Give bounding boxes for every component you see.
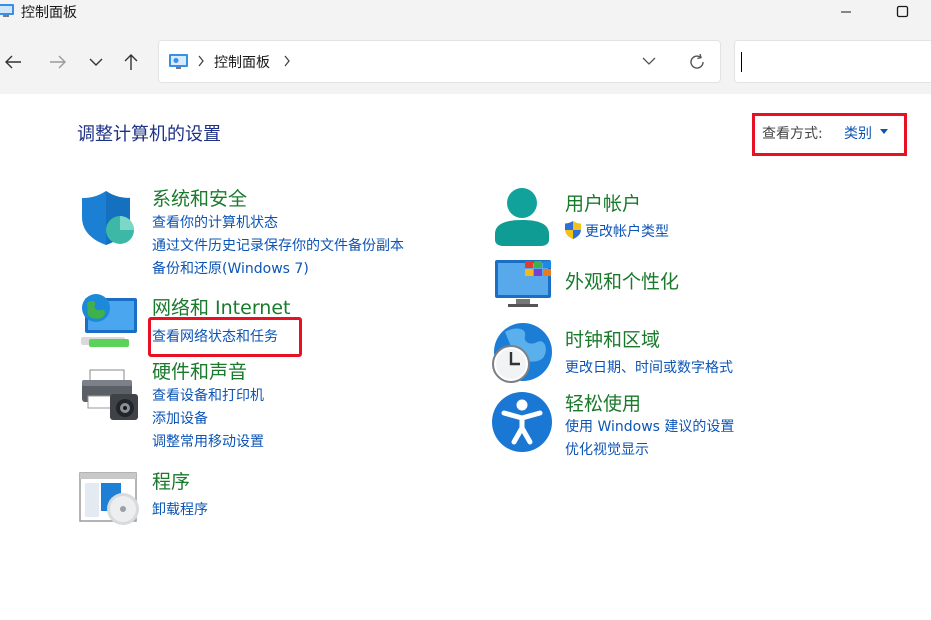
link-add-device[interactable]: 添加设备 [152, 408, 208, 428]
printer-icon[interactable] [80, 366, 140, 424]
category-hardware-sound[interactable]: 硬件和声音 [152, 357, 247, 384]
minimize-icon [841, 11, 851, 13]
chevron-down-icon [89, 58, 103, 66]
address-bar[interactable]: 控制面板 [158, 40, 721, 83]
link-backup-restore[interactable]: 备份和还原(Windows 7) [152, 258, 309, 278]
arrow-up-icon [124, 54, 138, 70]
back-button[interactable] [1, 50, 25, 74]
arrow-left-icon [5, 55, 21, 69]
window-title: 控制面板 [21, 5, 77, 21]
up-button[interactable] [119, 50, 143, 74]
view-by-label: 查看方式: [762, 126, 823, 142]
uac-shield-icon [565, 221, 581, 239]
shield-icon[interactable] [79, 189, 137, 247]
programs-icon[interactable] [79, 471, 139, 527]
category-clock-region[interactable]: 时钟和区域 [565, 325, 660, 352]
view-by-dropdown[interactable]: 类别 [844, 123, 872, 143]
chevron-right-icon[interactable] [283, 54, 291, 68]
link-optimize-visual-display[interactable]: 优化视觉显示 [565, 439, 649, 459]
control-panel-icon [169, 54, 188, 69]
user-accounts-icon[interactable] [493, 186, 551, 248]
recent-locations-button[interactable] [84, 50, 108, 74]
link-devices-printers[interactable]: 查看设备和打印机 [152, 385, 264, 405]
link-check-computer-status[interactable]: 查看你的计算机状态 [152, 212, 278, 232]
chevron-down-icon[interactable] [641, 54, 657, 68]
chevron-right-icon [198, 55, 204, 67]
link-uninstall-program[interactable]: 卸载程序 [152, 499, 208, 519]
arrow-right-icon [50, 55, 66, 69]
category-system-security[interactable]: 系统和安全 [152, 184, 247, 211]
link-change-date-time-format[interactable]: 更改日期、时间或数字格式 [565, 357, 733, 377]
caret-down-icon[interactable] [880, 129, 888, 134]
monitor-personalization-icon[interactable] [494, 259, 552, 309]
minimize-button[interactable] [823, 0, 869, 24]
search-input[interactable] [734, 40, 931, 83]
link-mobility-settings[interactable]: 调整常用移动设置 [152, 431, 264, 451]
clock-globe-icon[interactable] [491, 322, 553, 384]
page-title: 调整计算机的设置 [77, 124, 221, 145]
category-user-accounts[interactable]: 用户帐户 [565, 189, 641, 216]
breadcrumb-control-panel[interactable]: 控制面板 [214, 52, 270, 72]
category-ease-of-access[interactable]: 轻松使用 [565, 389, 641, 416]
link-view-network-status[interactable]: 查看网络状态和任务 [152, 326, 278, 346]
accessibility-icon[interactable] [491, 391, 553, 453]
link-change-account-type[interactable]: 更改帐户类型 [585, 221, 669, 241]
link-windows-recommended-settings[interactable]: 使用 Windows 建议的设置 [565, 416, 734, 436]
category-appearance[interactable]: 外观和个性化 [565, 267, 679, 294]
title-bar: 控制面板 [0, 0, 931, 30]
refresh-icon[interactable] [687, 52, 707, 72]
control-panel-icon [0, 4, 14, 17]
category-network-internet[interactable]: 网络和 Internet [152, 293, 290, 320]
network-globe-icon[interactable] [79, 293, 139, 351]
text-caret [741, 52, 742, 72]
maximize-icon [896, 5, 909, 18]
category-programs[interactable]: 程序 [152, 467, 190, 494]
link-file-history-backup[interactable]: 通过文件历史记录保存你的文件备份副本 [152, 235, 404, 255]
maximize-button[interactable] [880, 0, 926, 24]
forward-button[interactable] [46, 50, 70, 74]
